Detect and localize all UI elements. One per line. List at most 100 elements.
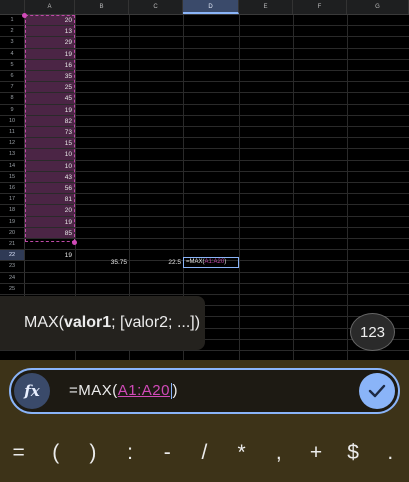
cell-a13[interactable]: 10 [25,149,75,160]
symbol-key[interactable]: , [264,441,294,465]
row-number[interactable]: 7 [0,82,25,93]
cell-a4[interactable]: 19 [25,48,75,59]
symbol-key[interactable]: * [227,441,257,465]
row-number[interactable]: 24 [0,272,25,283]
sheet-row: 9 19 [0,104,409,116]
sheet-row: 13 10 [0,149,409,161]
row-number[interactable]: 13 [0,149,25,160]
spreadsheet-grid[interactable]: A B C D E F G 1 20 2 13 3 29 4 19 5 16 6 35 7 25 8 45 9 1… [0,0,409,360]
row-number[interactable]: 11 [0,127,25,138]
cell-a17[interactable]: 81 [25,194,75,205]
row-number[interactable]: 10 [0,115,25,126]
cell-a10[interactable]: 82 [25,115,75,126]
function-arg-current: valor1 [64,314,112,331]
sheet-row: 19 19 [0,216,409,228]
sheet-row: 5 16 [0,59,409,71]
symbol-key[interactable]: : [115,441,145,465]
cell-a24[interactable] [25,273,75,283]
sheet-row: 1 20 [0,15,409,27]
cell-a21[interactable] [25,239,75,249]
row-number[interactable]: 16 [0,183,25,194]
symbol-key[interactable]: - [152,441,182,465]
row-number[interactable]: 20 [0,227,25,238]
row-number[interactable]: 4 [0,48,25,59]
formula-prefix: =MAX( [69,382,118,399]
cell-a1[interactable]: 20 [25,15,75,26]
sheet-row: 17 81 [0,194,409,206]
numeric-keyboard-toggle-button[interactable]: 123 [350,313,395,351]
cell-a6[interactable]: 35 [25,71,75,82]
row-number[interactable]: 19 [0,216,25,227]
symbol-key[interactable]: = [4,441,34,465]
cell-a7[interactable]: 25 [25,82,75,93]
column-header-c[interactable]: C [129,0,183,14]
symbol-key[interactable]: $ [338,441,368,465]
row-number[interactable]: 8 [0,93,25,104]
row-number[interactable]: 22 [0,250,25,261]
range-handle-top[interactable] [22,13,27,18]
cell-a8[interactable]: 45 [25,93,75,104]
cell-d22-active[interactable]: =MAX(A1:A20) [183,257,239,268]
row-number[interactable]: 18 [0,205,25,216]
sheet-row: 21 [0,239,409,251]
function-name: MAX( [24,314,64,331]
column-header-d[interactable]: D [183,0,239,14]
confirm-button[interactable] [359,373,395,409]
corner-cell[interactable] [0,0,25,14]
cell-a19[interactable]: 19 [25,216,75,227]
row-number[interactable]: 6 [0,71,25,82]
cell-a12[interactable]: 15 [25,138,75,149]
symbol-key[interactable]: ) [78,441,108,465]
cell-a16[interactable]: 56 [25,183,75,194]
cell-b22[interactable]: 35.75 [75,257,127,268]
cell-a9[interactable]: 19 [25,104,75,115]
sheet-row: 16 56 [0,183,409,195]
cell-a11[interactable]: 73 [25,127,75,138]
row-number[interactable]: 12 [0,138,25,149]
symbol-key-row: = (): - / *, + $. [0,438,409,468]
cell-a3[interactable]: 29 [25,37,75,48]
cell-a20[interactable]: 85 [25,227,75,238]
symbol-key[interactable]: + [301,441,331,465]
row-number[interactable]: 17 [0,194,25,205]
column-header-a[interactable]: A [25,0,75,14]
formula-suffix: ) [172,382,178,399]
sheet-row: 15 43 [0,171,409,183]
row-number[interactable]: 3 [0,37,25,48]
cell-a2[interactable]: 13 [25,26,75,37]
row-number[interactable]: 23 [0,261,25,272]
row-number[interactable]: 5 [0,59,25,70]
sheet-row: 6 35 [0,71,409,83]
column-header-f[interactable]: F [293,0,347,14]
fx-function-button[interactable]: fx [14,373,50,409]
range-handle-bottom[interactable] [72,240,77,245]
formula-bar[interactable]: fx =MAX(A1:A20) [9,368,400,414]
row-number[interactable]: 14 [0,160,25,171]
symbol-key[interactable]: ( [41,441,71,465]
column-header-g[interactable]: G [347,0,409,14]
function-hint-tooltip[interactable]: MAX(valor1; [valor2; ...]) [0,296,205,350]
sheet-row: 8 45 [0,93,409,105]
cell-c22[interactable]: 22.5 [129,257,181,268]
row-number[interactable]: 15 [0,171,25,182]
symbol-key[interactable]: / [189,441,219,465]
cell-a25[interactable] [25,284,75,294]
cell-a23[interactable] [25,261,75,271]
row-number[interactable]: 21 [0,239,25,250]
column-header-b[interactable]: B [75,0,129,14]
cell-a5[interactable]: 16 [25,59,75,70]
sheet-row: 25 [0,283,409,295]
cell-a14[interactable]: 10 [25,160,75,171]
cell-a22[interactable]: 19 [25,250,75,260]
row-number[interactable]: 9 [0,104,25,115]
cell-a15[interactable]: 43 [25,171,75,182]
row-number[interactable]: 2 [0,26,25,37]
symbol-key[interactable]: . [375,441,405,465]
sheet-row: 11 73 [0,127,409,139]
row-number[interactable]: 25 [0,283,25,294]
sheet-row: 10 82 [0,115,409,127]
formula-input-panel: fx =MAX(A1:A20) = (): - / *, + $. [0,360,409,482]
column-header-e[interactable]: E [239,0,293,14]
cell-a18[interactable]: 20 [25,205,75,216]
formula-input[interactable]: =MAX(A1:A20) [69,382,178,400]
